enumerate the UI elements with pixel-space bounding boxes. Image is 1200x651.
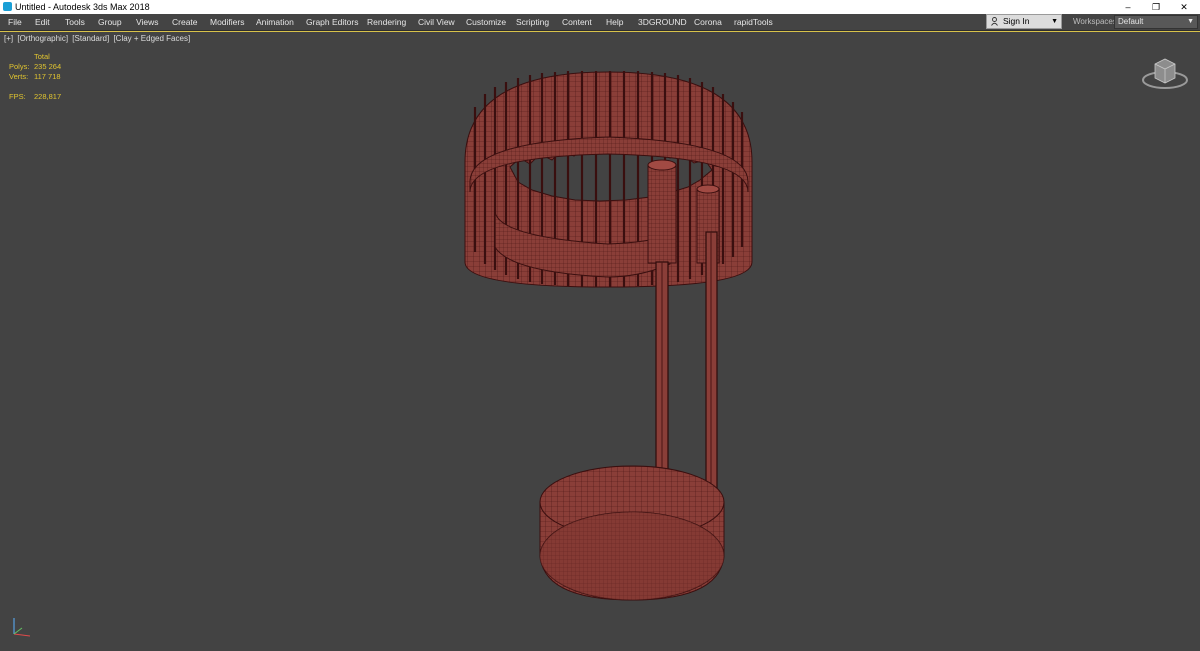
menu-file[interactable]: File	[8, 14, 22, 30]
viewport-display-mode[interactable]: [Clay + Edged Faces]	[113, 34, 190, 43]
user-icon	[991, 17, 998, 26]
chevron-down-icon: ▼	[1187, 18, 1194, 25]
menu-create[interactable]: Create	[172, 14, 198, 30]
menu-modifiers[interactable]: Modifiers	[210, 14, 244, 30]
menu-views[interactable]: Views	[136, 14, 159, 30]
fps-value: 228,817	[34, 92, 62, 101]
title-bar: Untitled - Autodesk 3ds Max 2018 – ❐ ✕	[0, 0, 1200, 14]
menu-rendering[interactable]: Rendering	[367, 14, 406, 30]
menu-rapidtools[interactable]: rapidTools	[734, 14, 773, 30]
menu-edit[interactable]: Edit	[35, 14, 50, 30]
minimize-button[interactable]: –	[1114, 0, 1142, 14]
workspace-select[interactable]: Default ▼	[1114, 15, 1198, 29]
menu-animation[interactable]: Animation	[256, 14, 294, 30]
menu-customize[interactable]: Customize	[466, 14, 506, 30]
menu-content[interactable]: Content	[562, 14, 592, 30]
polys-value: 235 264	[34, 62, 62, 71]
menu-tools[interactable]: Tools	[65, 14, 85, 30]
menu-3dground[interactable]: 3DGROUND	[638, 14, 687, 30]
workspace-value: Default	[1118, 17, 1144, 26]
perspective-viewport[interactable]: [+] [Orthographic] [Standard] [Clay + Ed…	[0, 31, 1200, 651]
menu-group[interactable]: Group	[98, 14, 122, 30]
restore-button[interactable]: ❐	[1142, 0, 1170, 14]
app-icon	[3, 2, 12, 11]
axis-tripod-icon	[13, 618, 31, 637]
sign-in-dropdown[interactable]: Sign In ▼	[986, 14, 1062, 29]
chevron-down-icon: ▼	[1051, 18, 1058, 25]
sign-in-label: Sign In	[1003, 16, 1030, 26]
viewport-shading-standard[interactable]: [Standard]	[72, 34, 109, 43]
menu-help[interactable]: Help	[606, 14, 623, 30]
base-disc	[539, 465, 725, 601]
menu-scripting[interactable]: Scripting	[516, 14, 549, 30]
viewport-scene	[464, 71, 753, 601]
viewport-menu-button[interactable]: [+]	[4, 34, 13, 43]
menu-graph-editors[interactable]: Graph Editors	[306, 14, 358, 30]
stats-header: Total	[34, 52, 50, 61]
menu-civil-view[interactable]: Civil View	[418, 14, 455, 30]
viewcube-icon[interactable]	[1140, 54, 1190, 94]
window-title: Untitled - Autodesk 3ds Max 2018	[15, 2, 150, 12]
workspaces-label: Workspaces:	[1073, 17, 1120, 26]
menu-corona[interactable]: Corona	[694, 14, 722, 30]
viewport-point-of-view[interactable]: [Orthographic]	[17, 34, 68, 43]
verts-value: 117 718	[34, 72, 61, 81]
close-button[interactable]: ✕	[1170, 0, 1198, 14]
polys-label: Polys:	[9, 62, 30, 71]
verts-label: Verts:	[9, 72, 29, 81]
viewport-label[interactable]: [+] [Orthographic] [Standard] [Clay + Ed…	[4, 34, 192, 43]
fps-label: FPS:	[9, 92, 26, 101]
